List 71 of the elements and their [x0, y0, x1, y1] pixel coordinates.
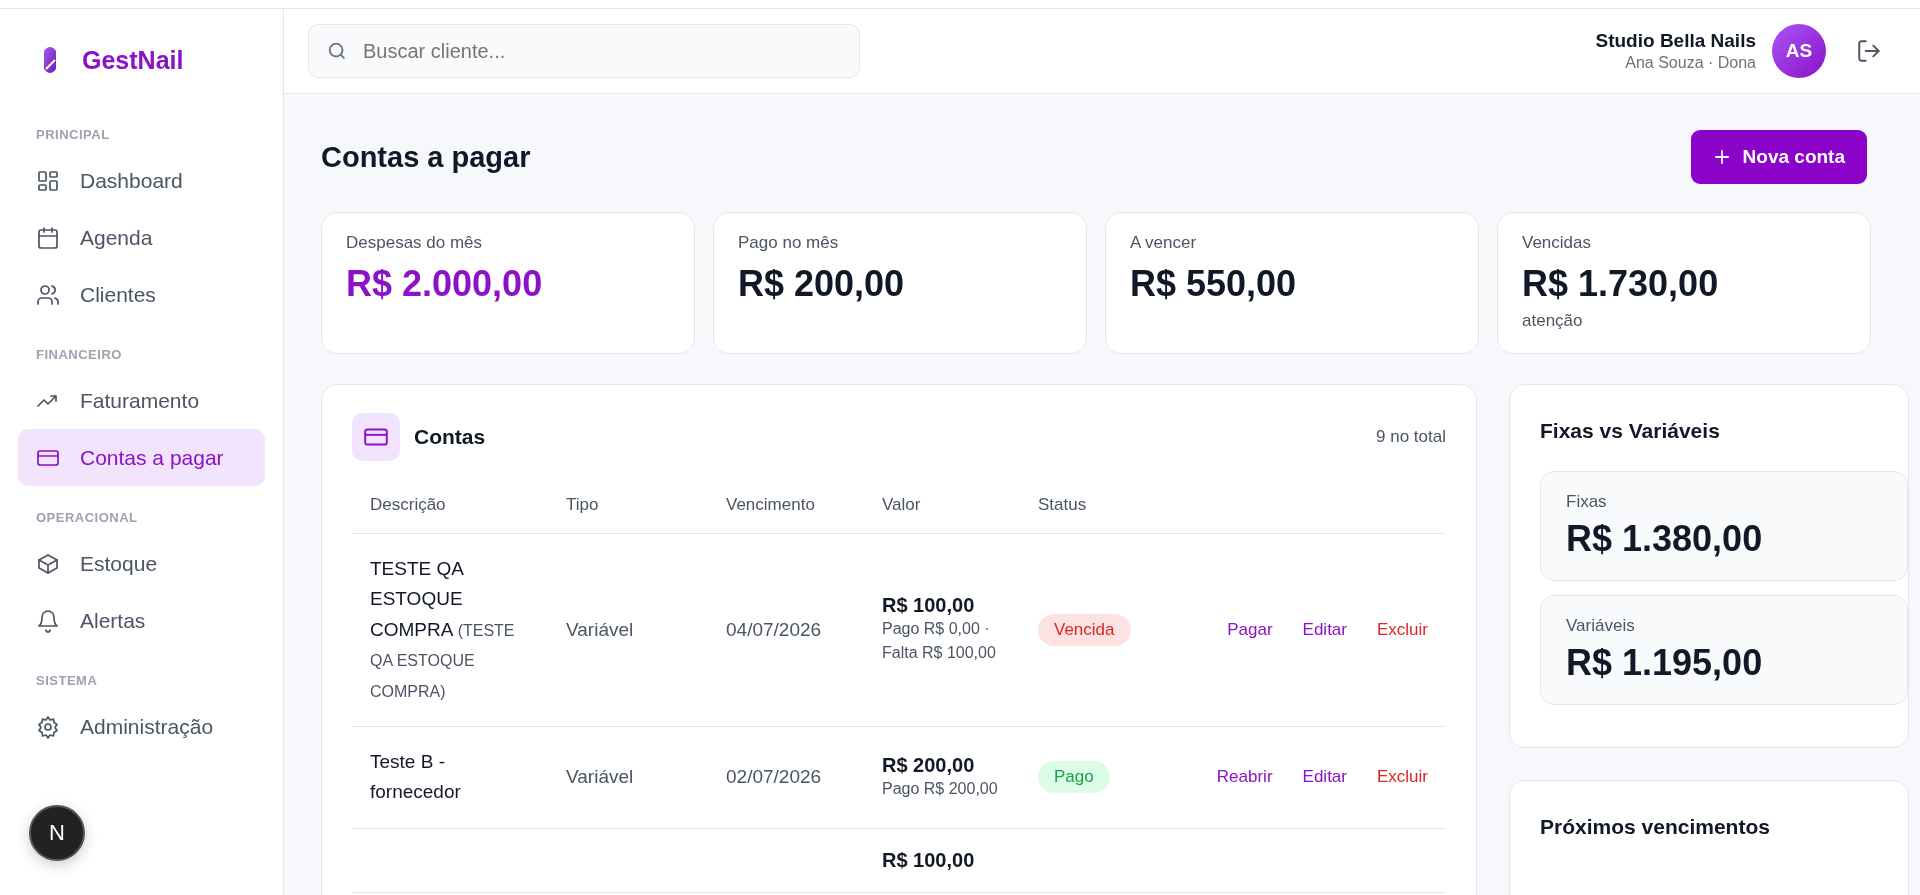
user-avatar[interactable]: AS [1772, 24, 1826, 78]
card-title: Fixas vs Variáveis [1540, 419, 1721, 443]
users-icon [36, 282, 60, 307]
card-title: Contas [414, 425, 486, 449]
stat-label: Despesas do mês [346, 233, 484, 253]
brand-name: GestNail [82, 45, 184, 75]
calendar-icon [36, 225, 60, 250]
nav-item[interactable]: Clientes [18, 266, 265, 323]
nav-item[interactable]: Estoque [18, 535, 265, 592]
type-cell: Variável [566, 766, 634, 788]
due-date-cell: 02/07/2026 [726, 766, 822, 788]
nav-item[interactable]: Agenda [18, 209, 265, 266]
box-icon [36, 551, 60, 576]
search-field[interactable]: Buscar cliente... [308, 24, 860, 78]
description-cell: TESTE QA ESTOQUE COMPRA (TESTE QA ESTOQUE COMPRA) [370, 558, 515, 701]
column-header: Tipo [548, 477, 708, 534]
column-header: Descrição [352, 477, 548, 534]
new-account-button[interactable]: Nova conta [1690, 130, 1867, 184]
search-icon [326, 40, 348, 62]
column-header: Valor [864, 477, 1020, 534]
payment-detail: Pago R$ 200,00 [882, 778, 999, 799]
total-count: 9 no total [1376, 427, 1446, 447]
stat-label: A vencer [1130, 233, 1198, 253]
status-badge: Vencida [1038, 613, 1131, 646]
payment-detail: Pago R$ 0,00 · Falta R$ 100,00 [882, 619, 997, 664]
action-link[interactable]: Excluir [1377, 767, 1428, 788]
stat-value: R$ 550,00 [1130, 263, 1298, 305]
page-title: Contas a pagar [321, 140, 531, 174]
stat-value: R$ 1.730,00 [1522, 263, 1720, 305]
status-badge: Pago [1038, 761, 1110, 794]
section-heading: FINANCEIRO [35, 346, 123, 364]
nav-item[interactable]: Alertas [18, 592, 265, 649]
stat-label: Vencidas [1522, 233, 1592, 253]
column-header: Status [1020, 477, 1166, 534]
split-value: R$ 1.380,00 [1566, 518, 1764, 560]
nav-item[interactable]: Administração [18, 698, 265, 755]
column-header: Vencimento [708, 477, 864, 534]
section-heading: SISTEMA [35, 672, 99, 690]
bell-icon [36, 608, 60, 633]
settings-icon [36, 714, 60, 739]
stat-value: R$ 200,00 [738, 263, 906, 305]
section-heading: PRINCIPAL [35, 126, 111, 144]
split-label: Variáveis [1566, 616, 1636, 636]
due-date-cell: 04/07/2026 [726, 618, 822, 640]
split-value: R$ 1.195,00 [1566, 642, 1764, 684]
amount-text: R$ 200,00 [882, 753, 976, 777]
split-label: Fixas [1566, 492, 1608, 512]
user-role: Ana Souza · Dona [1624, 54, 1756, 72]
nav-item[interactable]: Faturamento [18, 372, 265, 429]
card-title: Próximos vencimentos [1540, 815, 1771, 839]
plus-icon [1712, 148, 1731, 166]
nav-item[interactable]: Contas a pagar [18, 429, 265, 486]
type-cell: Variável [566, 618, 634, 640]
action-link[interactable]: Reabrir [1216, 767, 1273, 788]
logout-icon[interactable] [1856, 38, 1882, 64]
card-icon [352, 413, 400, 461]
nav-item[interactable]: Dashboard [18, 152, 265, 209]
floating-badge-button[interactable]: N [29, 805, 85, 861]
section-heading: OPERACIONAL [35, 509, 139, 527]
amount-text: R$ 100,00 [882, 848, 976, 872]
action-link[interactable]: Editar [1302, 619, 1347, 640]
description-cell: Teste B - fornecedor [370, 750, 461, 803]
action-link[interactable]: Pagar [1227, 619, 1273, 640]
stat-label: Pago no mês [738, 233, 840, 253]
dashboard-grid-icon [36, 168, 60, 193]
business-name: Studio Bella Nails [1595, 30, 1756, 52]
stat-note: atenção [1522, 311, 1584, 331]
action-link[interactable]: Editar [1302, 767, 1347, 788]
stat-value: R$ 2.000,00 [346, 263, 544, 305]
action-link[interactable]: Excluir [1377, 619, 1428, 640]
amount-text: R$ 100,00 [882, 594, 976, 618]
